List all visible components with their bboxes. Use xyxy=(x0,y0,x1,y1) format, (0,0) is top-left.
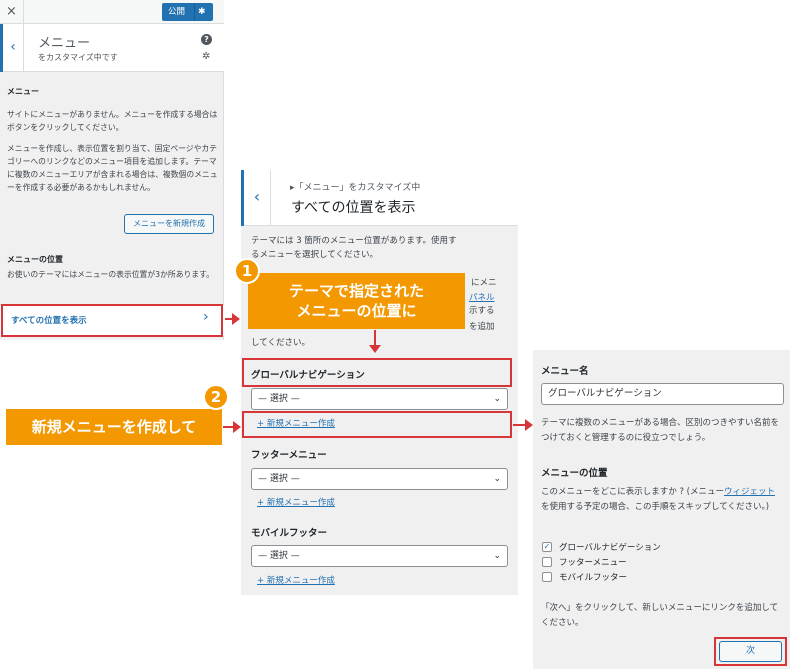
select-value: — 選択 — xyxy=(258,394,300,404)
publish-label: 公開 xyxy=(168,7,186,17)
new-menu-link-global-nav[interactable]: + 新規メニュー作成 xyxy=(257,417,335,429)
partial-text-2: 示する xyxy=(469,306,495,316)
menu-locations-text-b: を使用する予定の場合、この手順をスキップしてください。) xyxy=(541,502,770,512)
intro-line-1: テーマには 3 箇所のメニュー位置があります。使用す xyxy=(251,236,457,246)
intro-line-2: るメニューを選択してください。 xyxy=(251,250,378,260)
next-help-text: 「次へ」をクリックして、新しいメニューにリンクを追加してください。 xyxy=(541,603,779,628)
arrow-right-icon xyxy=(525,419,533,431)
create-new-menu-button[interactable]: メニューを新規作成 xyxy=(124,214,214,234)
partial-text-3: を追加 xyxy=(469,322,495,332)
help-icon[interactable]: ? xyxy=(201,34,212,45)
mobile-footer-select[interactable]: — 選択 — ⌄ xyxy=(251,545,508,567)
help-text: メニューを作成し、表示位置を割り当て、固定ページやカテゴリーへのリンクなどのメニ… xyxy=(7,144,218,192)
footer-select[interactable]: — 選択 — ⌄ xyxy=(251,468,508,490)
menu-locations-title: メニューの位置 xyxy=(7,255,63,264)
close-icon[interactable]: × xyxy=(0,0,24,24)
chevron-down-icon: ⌄ xyxy=(493,551,501,561)
breadcrumb: ▸「メニュー」をカスタマイズ中 xyxy=(290,183,421,193)
page-title: すべての位置を表示 xyxy=(291,200,416,216)
panel-header xyxy=(0,24,224,72)
panel-subtitle: をカスタマイズ中です xyxy=(38,53,118,62)
intro-text: サイトにメニューがありません。メニューを作成する場合はボタンをクリックしてくださ… xyxy=(7,110,218,132)
next-button[interactable]: 次 xyxy=(719,641,782,662)
step-1-badge: 1 xyxy=(234,258,260,284)
callout-step-2: 新規メニューを作成して xyxy=(6,409,222,445)
arrow-right-icon xyxy=(232,313,240,325)
menu-name-label: メニュー名 xyxy=(541,366,589,377)
menu-locations-title: メニューの位置 xyxy=(541,468,608,479)
callout-step-1-line-2: メニューの位置に xyxy=(296,302,417,320)
step-2-badge: 2 xyxy=(203,384,229,410)
arrow-down-icon xyxy=(369,345,381,353)
select-value: — 選択 — xyxy=(258,551,300,561)
menu-locations-text: お使いのテーマにはメニューの表示位置が3か所あります。 xyxy=(7,270,214,279)
checkbox-footer[interactable] xyxy=(542,557,552,567)
checkbox-label-footer: フッターメニュー xyxy=(559,558,627,568)
panel-title: メニュー xyxy=(38,36,91,51)
widget-link[interactable]: ウィジェット xyxy=(724,487,775,497)
location-label-mobile-footer: モバイルフッター xyxy=(251,528,328,539)
back-chevron-icon[interactable]: ‹ xyxy=(0,24,24,72)
new-menu-link-mobile-footer[interactable]: + 新規メニュー作成 xyxy=(257,574,335,586)
checkbox-mobile-footer[interactable] xyxy=(542,572,552,582)
gear-icon[interactable]: ✱ xyxy=(198,3,206,21)
new-menu-link-footer[interactable]: + 新規メニュー作成 xyxy=(257,496,335,508)
panel-link[interactable]: パネル xyxy=(469,291,495,303)
location-label-footer: フッターメニュー xyxy=(251,450,327,461)
settings-gear-icon[interactable]: ✲ xyxy=(202,51,210,62)
chevron-down-icon: ⌄ xyxy=(493,394,501,404)
checkbox-global-nav[interactable]: ✓ xyxy=(542,542,552,552)
partial-text-1: にメニ xyxy=(471,278,497,288)
checkbox-label-global-nav: グローバルナビゲーション xyxy=(559,543,661,553)
select-value: — 選択 — xyxy=(258,474,300,484)
publish-button[interactable]: 公開 ✱ xyxy=(162,3,213,21)
menu-locations-text-a: このメニューをどこに表示しますか ? (メニュー xyxy=(541,487,724,497)
menu-name-help: テーマに複数のメニューがある場合、区別のつきやすい名前をつけておくと管理するのに… xyxy=(541,418,780,443)
chevron-down-icon: ⌄ xyxy=(493,474,501,484)
menu-name-input[interactable]: グローバルナビゲーション xyxy=(541,383,784,405)
arrow-right-icon xyxy=(233,421,241,433)
menu-locations-text: このメニューをどこに表示しますか ? (メニューウィジェットを使用する予定の場合… xyxy=(541,485,783,515)
checkbox-label-mobile-footer: モバイルフッター xyxy=(559,573,628,583)
chevron-right-icon: › xyxy=(203,309,209,325)
location-label-global-nav: グローバルナビゲーション xyxy=(251,370,365,381)
global-nav-select[interactable]: — 選択 — ⌄ xyxy=(251,388,508,410)
back-chevron-icon[interactable]: ‹ xyxy=(241,170,271,226)
callout-step-1-line-1: テーマで指定された xyxy=(288,282,424,300)
view-all-locations-label[interactable]: すべての位置を表示 xyxy=(11,314,87,326)
partial-text-4: してください。 xyxy=(251,338,310,348)
callout-step-1: テーマで指定された メニューの位置に xyxy=(248,273,465,329)
section-title: メニュー xyxy=(7,87,39,96)
